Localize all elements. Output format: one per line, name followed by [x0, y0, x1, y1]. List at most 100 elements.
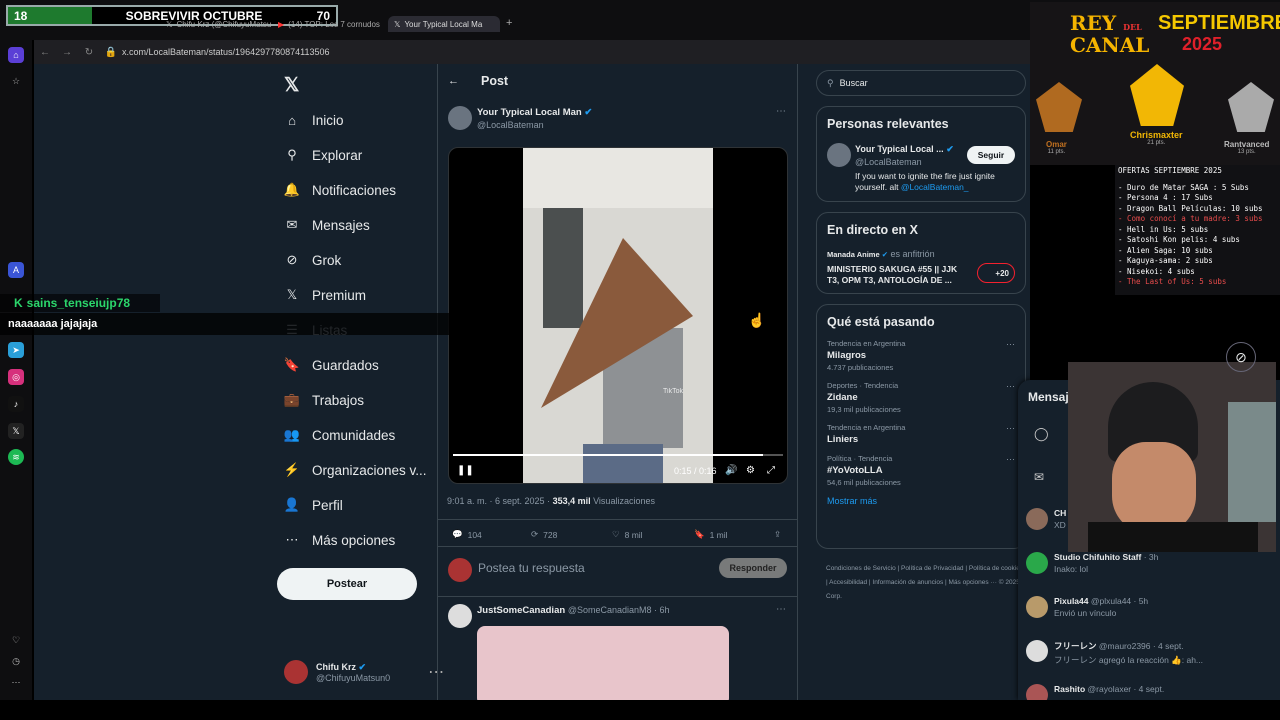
footer-link[interactable]: Información de anuncios	[872, 579, 943, 586]
dm-handle: · 3h	[1141, 552, 1159, 562]
repost-action[interactable]: ⟳ 728	[531, 529, 557, 540]
app-icon[interactable]: A	[8, 262, 24, 278]
search-input[interactable]: ⚲ Buscar	[816, 70, 1026, 96]
nav-item-explorar[interactable]: ⚲ Explorar	[284, 147, 362, 163]
reply-button[interactable]: Responder	[719, 558, 787, 578]
more-icon[interactable]: ⋯	[8, 674, 24, 690]
bio-link[interactable]: @LocalBateman_	[901, 182, 969, 192]
new-tab-icon[interactable]: +	[506, 17, 512, 29]
account-handle: @ChifuyuMatsun0	[316, 672, 391, 683]
video-progress[interactable]	[453, 454, 783, 456]
tiktok-icon[interactable]: ♪	[8, 396, 24, 412]
back-icon[interactable]: ←	[34, 47, 56, 58]
dm-conversation[interactable]: Pixula44 @plxula44 · 5h Envió un vínculo	[1026, 596, 1148, 618]
home-icon[interactable]: ⌂	[8, 47, 24, 63]
more-icon[interactable]: ⋯	[776, 604, 786, 615]
nav-item-organizaciones-v[interactable]: ⚡ Organizaciones v...	[284, 462, 427, 478]
live-listeners[interactable]: +20	[977, 263, 1015, 283]
nav-item-notificaciones[interactable]: 🔔 Notificaciones	[284, 182, 396, 198]
grok-icon[interactable]: ⊘	[1226, 342, 1256, 372]
nav-item-comunidades[interactable]: 👥 Comunidades	[284, 427, 395, 443]
trend-item[interactable]: Deportes · Tendencia Zidane 19,3 mil publi…	[817, 381, 1025, 414]
volume-icon[interactable]: 🔊	[725, 465, 737, 476]
account-switcher[interactable]: Chifu Krz ✔ @ChifuyuMatsun0 ⋯	[284, 660, 444, 684]
reply-input[interactable]: Postea tu respuesta	[478, 561, 585, 575]
bookmark-action[interactable]: 🔖 1 mil	[694, 529, 728, 540]
dm-preview: XD	[1054, 520, 1066, 530]
next-post-media[interactable]	[477, 626, 729, 700]
live-card: En directo en X Manada Anime ✔ es anfitr…	[816, 212, 1026, 294]
show-more-link[interactable]: Mostrar más	[817, 496, 1025, 506]
home-icon: ⌂	[288, 112, 296, 128]
author-handle[interactable]: @LocalBateman	[477, 120, 544, 130]
trend-item[interactable]: Tendencia en Argentina Liniers ···	[817, 423, 1025, 445]
share-icon[interactable]: ⇪	[774, 529, 781, 540]
author-name[interactable]: Your Typical Local Man	[477, 107, 582, 118]
offer-item: - Persona 4 : 17 Subs	[1118, 193, 1213, 202]
repost-count: 728	[543, 529, 558, 540]
avatar[interactable]	[448, 604, 472, 628]
footer-link[interactable]: Política de cookies	[969, 565, 1023, 572]
avatar[interactable]	[827, 143, 851, 167]
back-arrow-icon[interactable]: ←	[448, 75, 459, 87]
nav-item-guardados[interactable]: 🔖 Guardados	[284, 357, 379, 373]
author-avatar[interactable]	[448, 106, 472, 130]
more-icon[interactable]: ···	[1006, 454, 1015, 464]
nav-item-trabajos[interactable]: 💼 Trabajos	[284, 392, 364, 408]
next-post-author[interactable]: JustSomeCanadian	[477, 605, 565, 616]
reload-icon[interactable]: ↻	[78, 47, 100, 58]
star-icon[interactable]: ☆	[8, 73, 24, 89]
footer-link[interactable]: Accesibilidad	[829, 579, 867, 586]
x-logo-icon[interactable]: 𝕏	[284, 74, 299, 97]
trend-topic: Milagros	[827, 350, 867, 361]
nav-item-grok[interactable]: ⊘ Grok	[284, 252, 342, 268]
telegram-icon[interactable]: ➤	[8, 342, 24, 358]
forward-icon[interactable]: →	[56, 47, 78, 58]
reply-count: 104	[467, 529, 482, 540]
more-icon[interactable]: ···	[1006, 381, 1015, 391]
nav-item-inicio[interactable]: ⌂ Inicio	[284, 112, 343, 128]
nav-item-perfil[interactable]: 👤 Perfil	[284, 497, 343, 513]
clock-icon[interactable]: ◷	[8, 653, 24, 669]
trend-item[interactable]: Política · Tendencia #YoVotoLLA 54,6 mil p…	[817, 454, 1025, 487]
more-icon[interactable]: ⋯	[776, 106, 786, 117]
tab-youtube[interactable]: ▶ (14) TOP: Los 7 cornudos	[272, 16, 386, 32]
dm-conversation[interactable]: フリーレン @mauro2396 · 4 sept. フリーレン agregó l…	[1026, 640, 1203, 666]
x-icon[interactable]: 𝕏	[8, 423, 24, 439]
relevant-name[interactable]: Your Typical Local ...	[855, 144, 944, 154]
tab-chifu[interactable]: 𝕏 Chifu Krz (@ChifuyuMatsu	[160, 16, 272, 32]
reply-action[interactable]: 💬 104	[452, 529, 482, 540]
spotify-icon[interactable]: ≋	[8, 449, 24, 465]
chat-bubble-icon[interactable]: ◯	[1034, 426, 1049, 442]
card-title: Qué está pasando	[827, 315, 935, 329]
tab-active-post[interactable]: 𝕏 Your Typical Local Ma	[388, 16, 500, 32]
video-player[interactable]: TikTok ❚❚ 0:15 / 0:16 🔊 ⚙ ⤢	[448, 147, 788, 484]
post-button[interactable]: Postear	[277, 568, 417, 600]
live-title[interactable]: MINISTERIO SAKUGA #55 || JJK T3, OPM T3,…	[827, 264, 967, 286]
follow-button[interactable]: Seguir	[967, 146, 1015, 164]
nav-item-premium[interactable]: 𝕏 Premium	[284, 287, 366, 303]
nav-item-m-s-opciones[interactable]: ⋯ Más opciones	[284, 532, 396, 548]
card-title: En directo en X	[827, 223, 918, 237]
footer-link[interactable]: Política de Privacidad	[901, 565, 964, 572]
more-icon[interactable]: ···	[1006, 339, 1015, 349]
trend-item[interactable]: Tendencia en Argentina Milagros 4.737 publ…	[817, 339, 1025, 372]
nav-item-mensajes[interactable]: ✉ Mensajes	[284, 217, 370, 233]
fullscreen-icon[interactable]: ⤢	[767, 465, 775, 476]
instagram-icon[interactable]: ◎	[8, 369, 24, 385]
more-icon[interactable]: ···	[1006, 423, 1015, 433]
settings-icon[interactable]: ⚙	[746, 465, 755, 476]
live-host[interactable]: Manada Anime	[827, 250, 880, 259]
footer-link[interactable]: Más opciones ···	[949, 579, 997, 586]
footer-link[interactable]: Condiciones de Servicio	[826, 565, 896, 572]
like-action[interactable]: ♡ 8 mil	[612, 529, 643, 540]
reply-icon: 💬	[452, 529, 463, 539]
heart-icon[interactable]: ♡	[8, 632, 24, 648]
dm-conversation[interactable]: Studio Chifuhito Staff · 3h Inako: lol	[1026, 552, 1158, 574]
pause-icon[interactable]: ❚❚	[457, 465, 474, 476]
nav-label: Comunidades	[312, 427, 396, 443]
compose-message-icon[interactable]: ✉	[1034, 470, 1044, 484]
url-text[interactable]: x.com/LocalBateman/status/19642977808741…	[122, 47, 330, 57]
avatar	[1026, 552, 1048, 574]
dm-conversation[interactable]: CH XD	[1026, 508, 1066, 530]
